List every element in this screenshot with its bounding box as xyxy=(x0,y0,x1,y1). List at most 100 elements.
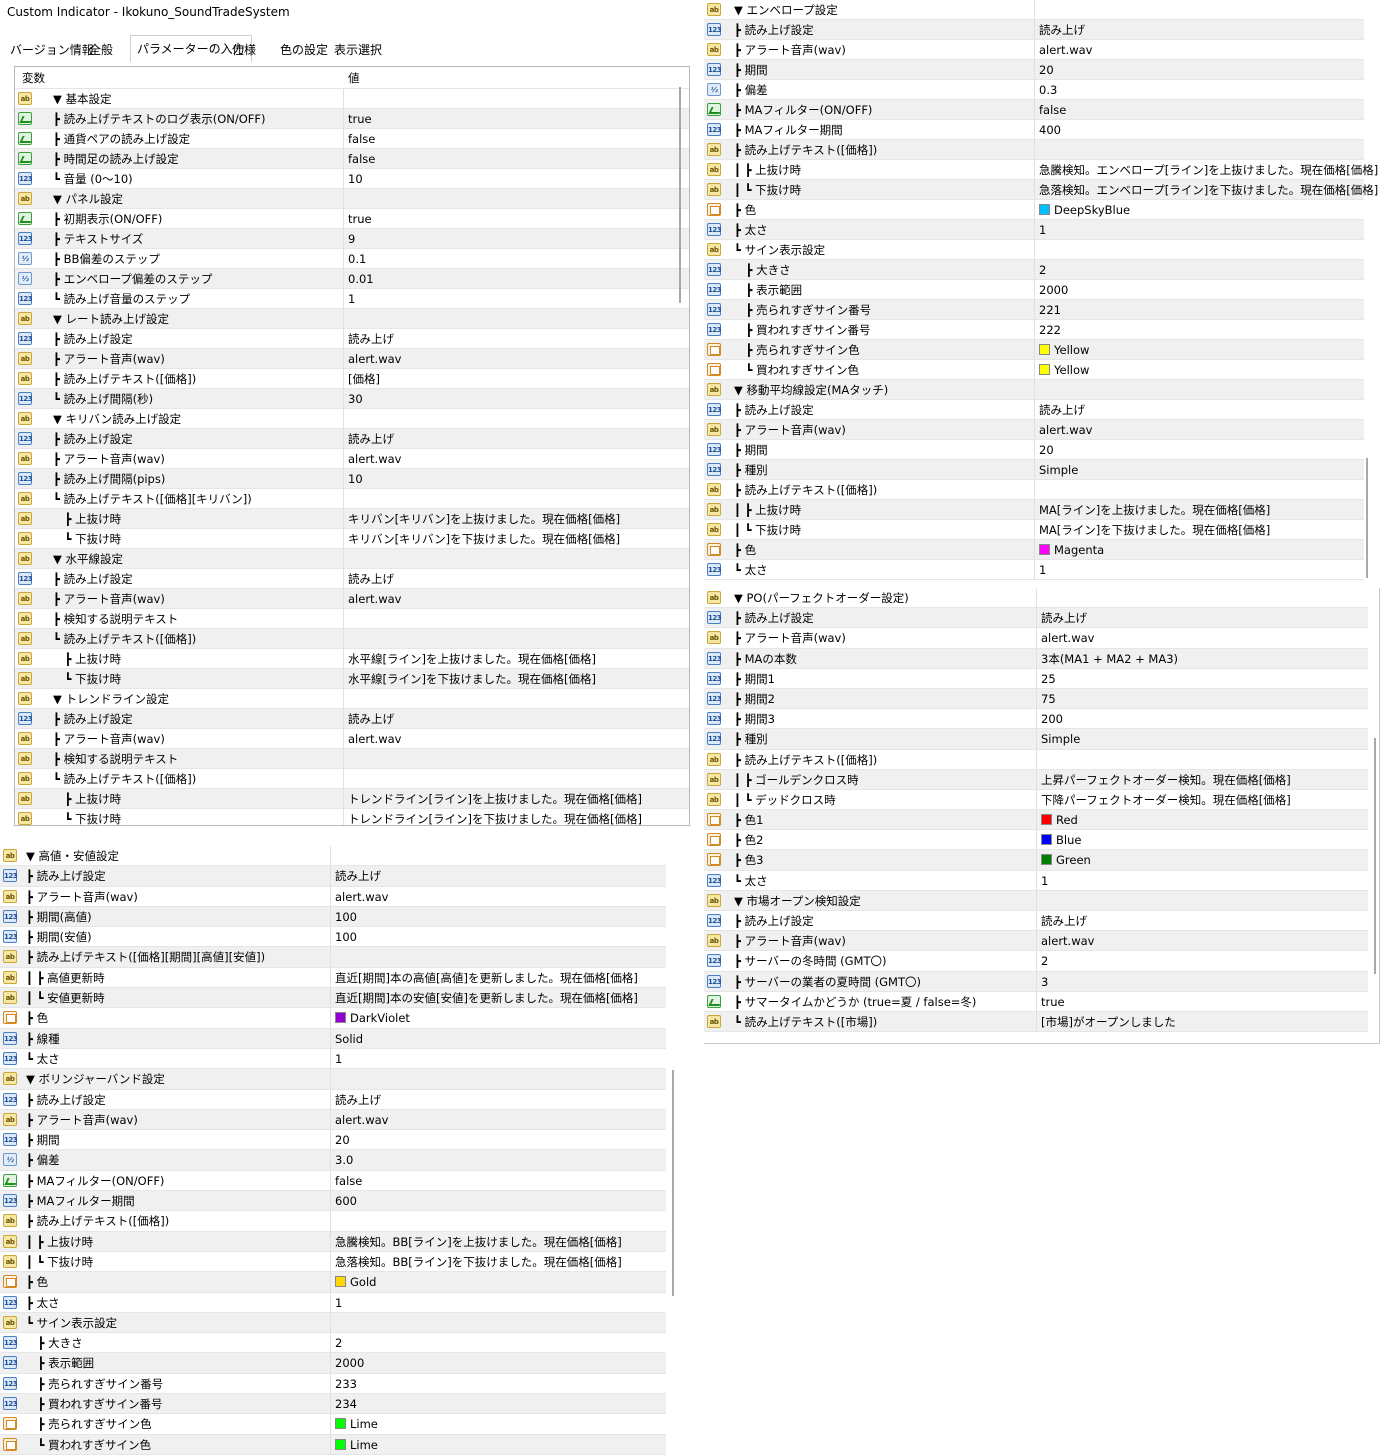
parameter-row[interactable]: 123 ┣ 売られすぎサイン番号 221 xyxy=(704,300,1364,320)
parameter-value[interactable]: 10 xyxy=(343,469,363,489)
parameter-row[interactable]: ab ┃ ┣ 上抜け時 急騰検知。BB[ライン]を上抜けました。現在価格[価格] xyxy=(0,1231,666,1252)
parameter-row[interactable]: ab ┣ アラート音声(wav) alert.wav xyxy=(0,1109,666,1131)
parameter-value[interactable]: 2 xyxy=(1034,260,1046,280)
parameter-row[interactable]: 123 ┣ MAフィルター期間 600 xyxy=(0,1191,666,1212)
parameter-value[interactable]: alert.wav xyxy=(330,1109,388,1130)
parameter-row[interactable]: ab ┃ ┗ 下抜け時 MA[ライン]を下抜けました。現在価格[価格] xyxy=(704,520,1364,540)
parameter-value[interactable]: 0.1 xyxy=(343,249,366,269)
parameter-row[interactable]: ½ ┣ 偏差 0.3 xyxy=(704,80,1364,100)
parameter-value[interactable]: 読み上げ xyxy=(330,1089,381,1110)
parameter-row[interactable]: ab ┣ 読み上げテキスト([価格]) xyxy=(0,1211,666,1232)
parameter-row[interactable]: 123 ┗ 読み上げ音量のステップ 1 xyxy=(15,289,689,309)
parameter-value[interactable]: 上昇パーフェクトオーダー検知。現在価格[価格] xyxy=(1036,769,1291,790)
parameter-row[interactable]: 123 ┣ 期間3 200 xyxy=(704,709,1368,730)
parameter-value[interactable]: alert.wav xyxy=(1034,420,1092,440)
parameter-value[interactable]: alert.wav xyxy=(1036,628,1094,649)
parameter-value[interactable] xyxy=(330,1312,335,1333)
parameter-row[interactable]: 123 ┣ 期間 20 xyxy=(704,60,1364,80)
parameter-row[interactable]: 123 ┣ 期間 20 xyxy=(0,1130,666,1151)
parameter-value[interactable] xyxy=(343,489,348,509)
parameter-row[interactable]: ┣ 読み上げテキストのログ表示(ON/OFF) true xyxy=(15,109,689,129)
parameter-value[interactable] xyxy=(330,1069,335,1090)
parameter-row[interactable]: ab ┣ アラート音声(wav) alert.wav xyxy=(704,40,1364,60)
parameter-value[interactable]: 200 xyxy=(1036,709,1063,730)
parameter-row[interactable]: ab ▼ 基本設定 xyxy=(15,89,689,109)
parameter-row[interactable]: ┣ 色 DeepSkyBlue xyxy=(704,200,1364,220)
parameter-value[interactable]: 222 xyxy=(1034,320,1061,340)
parameter-value[interactable]: 下降パーフェクトオーダー検知。現在価格[価格] xyxy=(1036,789,1291,810)
parameter-value[interactable]: false xyxy=(330,1170,362,1191)
parameter-row[interactable]: ab ▼ PO(パーフェクトオーダー設定) xyxy=(704,588,1368,609)
parameter-row[interactable]: 123 ┣ 大きさ 2 xyxy=(704,260,1364,280)
parameter-row[interactable]: ab ┗ 読み上げテキスト([市場]) [市場]がオープンしました xyxy=(704,1011,1368,1033)
parameter-row[interactable]: ┣ サマータイムかどうか (true=夏 / false=冬) true xyxy=(704,991,1368,1012)
parameter-row[interactable]: 123 ┣ MAフィルター期間 400 xyxy=(704,120,1364,140)
parameter-row[interactable]: ┣ 初期表示(ON/OFF) true xyxy=(15,209,689,229)
parameter-row[interactable]: 123 ┣ 読み上げ設定 読み上げ xyxy=(15,329,689,349)
parameter-row[interactable]: ┣ 色1 Red xyxy=(704,810,1368,831)
parameter-value[interactable]: キリバン[キリバン]を上抜けました。現在価格[価格] xyxy=(343,509,620,529)
parameter-row[interactable]: ab ▼ 移動平均線設定(MAタッチ) xyxy=(704,380,1364,400)
parameter-value[interactable]: トレンドライン[ライン]を上抜けました。現在価格[価格] xyxy=(343,789,642,809)
parameter-value[interactable]: Magenta xyxy=(1034,540,1104,560)
parameter-row[interactable]: 123 ┣ サーバーの業者の夏時間 (GMT〇) 3 xyxy=(704,971,1368,992)
parameter-value[interactable] xyxy=(1034,380,1039,400)
parameter-row[interactable]: ab ┣ アラート音声(wav) alert.wav xyxy=(15,729,689,749)
parameter-row[interactable]: ab ┃ ┗ 下抜け時 急落検知。BB[ライン]を下抜けました。現在価格[価格] xyxy=(0,1251,666,1273)
parameter-row[interactable]: ab ▼ キリバン読み上げ設定 xyxy=(15,409,689,429)
parameter-row[interactable]: ┣ 売られすぎサイン色 Yellow xyxy=(704,340,1364,360)
parameter-value[interactable]: Lime xyxy=(330,1414,378,1435)
parameter-row[interactable]: 123 ┣ 売られすぎサイン番号 233 xyxy=(0,1373,666,1395)
parameter-row[interactable]: ab ┣ アラート音声(wav) alert.wav xyxy=(704,628,1368,649)
parameter-value[interactable] xyxy=(1034,240,1039,260)
parameter-row[interactable]: ab ▼ トレンドライン設定 xyxy=(15,689,689,709)
parameter-value[interactable]: 急落検知。BB[ライン]を下抜けました。現在価格[価格] xyxy=(330,1251,622,1272)
parameter-row[interactable]: ab ┣ 検知する説明テキスト xyxy=(15,749,689,769)
parameter-row[interactable]: 123 ┣ 読み上げ設定 読み上げ xyxy=(704,400,1364,420)
parameter-row[interactable]: ┣ 時間足の読み上げ設定 false xyxy=(15,149,689,169)
parameter-row[interactable]: ab ┗ 読み上げテキスト([価格]) xyxy=(15,629,689,649)
parameter-value[interactable] xyxy=(1036,588,1041,608)
parameter-row[interactable]: 123 ┣ 太さ 1 xyxy=(704,220,1364,240)
parameter-row[interactable]: 123 ┣ 読み上げ設定 読み上げ xyxy=(15,569,689,589)
parameter-row[interactable]: ab ┃ ┗ 安値更新時 直近[期間]本の安値[安値]を更新しました。現在価格[価格… xyxy=(0,988,666,1009)
parameter-row[interactable]: 123 ┣ テキストサイズ 9 xyxy=(15,229,689,249)
parameter-value[interactable]: false xyxy=(343,129,375,149)
parameter-value[interactable]: true xyxy=(343,109,372,129)
parameter-row[interactable]: 123 ┣ 表示範囲 2000 xyxy=(0,1353,666,1374)
parameter-value[interactable]: 20 xyxy=(1034,60,1054,80)
parameter-row[interactable]: 123 ┣ 種別 Simple xyxy=(704,460,1364,480)
parameter-row[interactable]: ab ┣ アラート音声(wav) alert.wav xyxy=(704,420,1364,440)
parameter-value[interactable] xyxy=(1034,0,1039,20)
parameter-row[interactable]: ┗ 買われすぎサイン色 Yellow xyxy=(704,360,1364,380)
parameter-value[interactable]: 0.01 xyxy=(343,269,374,289)
parameter-value[interactable]: 水平線[ライン]を下抜けました。現在価格[価格] xyxy=(343,669,596,689)
parameter-value[interactable]: Yellow xyxy=(1034,360,1089,380)
parameter-value[interactable]: alert.wav xyxy=(1036,931,1094,952)
parameter-row[interactable]: ab ▼ ボリンジャーバンド設定 xyxy=(0,1069,666,1090)
parameter-row[interactable]: ab ┃ ┗ 下抜け時 急落検知。エンベロープ[ライン]を下抜けました。現在価格[価… xyxy=(704,180,1378,200)
parameter-row[interactable]: 123 ┣ 読み上げ設定 読み上げ xyxy=(15,709,689,729)
parameter-row[interactable]: ab ▼ 市場オープン検知設定 xyxy=(704,890,1368,911)
parameter-value[interactable]: 急騰検知。BB[ライン]を上抜けました。現在価格[価格] xyxy=(330,1231,622,1252)
parameter-row[interactable]: 123 ┣ 種別 Simple xyxy=(704,729,1368,750)
parameter-value[interactable]: 3 xyxy=(1036,971,1048,992)
parameter-value[interactable]: Green xyxy=(1036,850,1091,871)
parameter-value[interactable]: Solid xyxy=(330,1028,363,1049)
parameter-row[interactable]: ab ┣ アラート音声(wav) alert.wav xyxy=(15,349,689,369)
parameter-row[interactable]: 123 ┣ 読み上げ設定 読み上げ xyxy=(704,20,1364,40)
parameter-row[interactable]: 123 ┣ 線種 Solid xyxy=(0,1028,666,1049)
parameter-row[interactable]: 123 ┗ 太さ 1 xyxy=(0,1048,666,1070)
parameter-row[interactable]: 123 ┣ 期間1 25 xyxy=(704,668,1368,689)
parameter-row[interactable]: 123 ┣ 読み上げ設定 読み上げ xyxy=(704,911,1368,932)
parameter-row[interactable]: 123 ┣ 期間2 75 xyxy=(704,688,1368,710)
parameter-row[interactable]: 123 ┣ 期間(高値) 100 xyxy=(0,906,666,928)
parameter-value[interactable]: 3本(MA1 + MA2 + MA3) xyxy=(1036,648,1178,669)
parameter-value[interactable]: 100 xyxy=(330,906,357,927)
parameter-row[interactable]: 123 ┣ 太さ 1 xyxy=(0,1292,666,1313)
parameter-value[interactable]: 100 xyxy=(330,927,357,948)
parameter-value[interactable]: alert.wav xyxy=(330,886,388,907)
parameter-row[interactable]: 123 ┣ 買われすぎサイン番号 222 xyxy=(704,320,1364,340)
parameter-value[interactable]: false xyxy=(343,149,375,169)
parameter-row[interactable]: 123 ┗ 音量 (0〜10) 10 xyxy=(15,169,689,189)
